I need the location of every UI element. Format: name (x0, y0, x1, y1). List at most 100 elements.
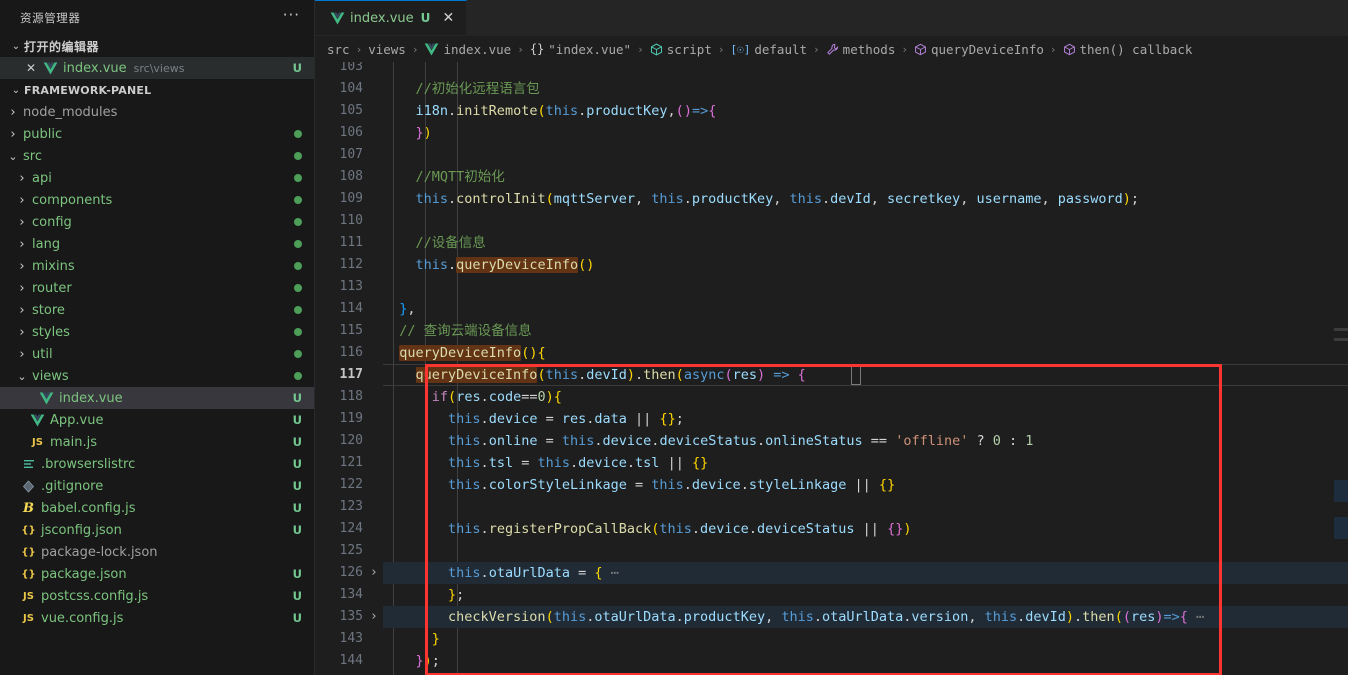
breadcrumb-item-default[interactable]: [☉] default (730, 42, 807, 57)
tree-item-jsconfig-json[interactable]: {} jsconfig.json U (0, 519, 314, 541)
tree-item-store[interactable]: › store (0, 299, 314, 321)
tree-item--browserslistrc[interactable]: .browserslistrc U (0, 453, 314, 475)
code-token: colorStyleLinkage (488, 477, 627, 493)
chevron-right-icon: › (19, 214, 25, 230)
tree-item-index-vue[interactable]: index.vue U (0, 387, 314, 409)
breadcrumb-item-then---callback[interactable]: then() callback (1063, 42, 1192, 57)
code-token: || (854, 477, 871, 493)
open-editors-section-header[interactable]: ⌄ 打开的编辑器 (0, 35, 314, 57)
close-icon[interactable]: ✕ (22, 61, 40, 75)
tree-item-main-js[interactable]: JS main.js U (0, 431, 314, 453)
breadcrumb-item-script[interactable]: script (650, 42, 712, 57)
cfg-file-icon (20, 458, 37, 470)
tree-item-package-lock-json[interactable]: {} package-lock.json (0, 541, 314, 563)
open-editors-label: 打开的编辑器 (24, 39, 100, 54)
code-line: }, (383, 298, 415, 320)
code-token: . (748, 521, 757, 537)
code-token: } (667, 411, 676, 427)
project-section-header[interactable]: ⌄ FRAMEWORK-PANEL (0, 79, 314, 101)
code-token: } (700, 455, 709, 471)
code-content[interactable]: //初始化远程语言包 i18n.initRemote(this.productK… (383, 62, 1348, 675)
code-token: ( (537, 103, 546, 119)
line-number: 115 (339, 323, 363, 338)
code-line: } (383, 628, 440, 650)
code-token: ) (423, 653, 432, 669)
tab-index-vue[interactable]: index.vue U ✕ (315, 0, 468, 35)
tree-item-label: views (32, 368, 69, 384)
line-number-gutter[interactable]: 103 104 105 106 107 108 109 110 111 112 113 114 115 1… (315, 62, 383, 675)
tree-item-mixins[interactable]: › mixins (0, 255, 314, 277)
tree-item-label: styles (32, 324, 70, 340)
tree-item-babel-config-js[interactable]: Bbabel.config.js U (0, 497, 314, 519)
overview-ruler[interactable] (1334, 62, 1348, 675)
tree-item-util[interactable]: › util (0, 343, 314, 365)
tree-item-package-json[interactable]: {} package.json U (0, 563, 314, 585)
tree-item-router[interactable]: › router (0, 277, 314, 299)
tree-item-views[interactable]: ⌄ views (0, 365, 314, 387)
tree-item-src[interactable]: ⌄ src (0, 145, 314, 167)
tree-item-vue-config-js[interactable]: JS vue.config.js U (0, 607, 314, 629)
tree-item-app-vue[interactable]: App.vue U (0, 409, 314, 431)
line-number: 144 (339, 653, 363, 668)
variable-icon: [☉] (730, 42, 751, 56)
code-line: queryDeviceInfo(this.devId).then(async(r… (383, 364, 806, 386)
code-token: registerPropCallBack (488, 521, 652, 537)
breadcrumb-label: index.vue (443, 41, 512, 57)
git-status-badge: U (292, 589, 302, 603)
code-token: ( (448, 389, 457, 405)
explorer-title: 资源管理器 (20, 10, 81, 25)
code-line: queryDeviceInfo(){ (383, 342, 546, 364)
breadcrumb-item-index-vue[interactable]: index.vue (424, 42, 511, 57)
breadcrumb-item-querydeviceinfo[interactable]: queryDeviceInfo (914, 42, 1044, 57)
fold-chevron-right-icon[interactable]: › (367, 606, 381, 628)
breadcrumb-label: default (754, 41, 808, 57)
tree-item-api[interactable]: › api (0, 167, 314, 189)
tree-item-node-modules[interactable]: › node_modules (0, 101, 314, 123)
tab-close-icon[interactable]: ✕ (440, 10, 456, 26)
code-token: { (659, 411, 668, 427)
breadcrumb-item-views[interactable]: views (368, 42, 406, 57)
git-status-badge: U (292, 413, 302, 427)
code-token: => (765, 367, 798, 383)
git-status-badge: U (292, 567, 302, 581)
explorer-more-actions-icon[interactable]: ··· (277, 7, 306, 28)
fold-chevron-right-icon[interactable]: › (367, 562, 381, 584)
code-token: online (488, 433, 538, 449)
code-token: this (553, 609, 587, 625)
tree-item-label: api (32, 170, 52, 186)
tree-item-postcss-config-js[interactable]: JS postcss.config.js U (0, 585, 314, 607)
code-token: device (691, 477, 741, 493)
breadcrumb-item-methods[interactable]: methods (826, 42, 895, 57)
line-number: 134 (339, 587, 363, 602)
tree-item-styles[interactable]: › styles (0, 321, 314, 343)
breadcrumb-label: src (327, 41, 350, 57)
tree-item-label: config (32, 214, 72, 230)
code-token: ( (545, 609, 554, 625)
code-line: // 查询云端设备信息 (383, 320, 531, 342)
code-token: checkVersion (448, 609, 546, 625)
overview-mark (1334, 338, 1348, 341)
tree-item-lang[interactable]: › lang (0, 233, 314, 255)
braces-icon: {} (529, 42, 545, 56)
open-editor-item[interactable]: ✕ index.vue src\views U (0, 57, 314, 79)
tree-item-public[interactable]: › public (0, 123, 314, 145)
breadcrumb-item--index-vue-[interactable]: {} "index.vue" (530, 42, 631, 57)
code-token: ) (683, 103, 692, 119)
tree-item-config[interactable]: › config (0, 211, 314, 233)
code-token: devId (1025, 609, 1066, 625)
code-token: ( (675, 367, 684, 383)
breadcrumb-separator-icon: › (717, 42, 725, 56)
code-editor[interactable]: 103 104 105 106 107 108 109 110 111 112 113 114 115 1… (315, 62, 1348, 675)
code-token: || (862, 521, 879, 537)
line-number: 118 (339, 389, 363, 404)
breadcrumb-item-src[interactable]: src (327, 42, 350, 57)
chevron-down-icon: ⌄ (17, 369, 27, 383)
tree-item-components[interactable]: › components (0, 189, 314, 211)
tree-item--gitignore[interactable]: .gitignore U (0, 475, 314, 497)
method-icon (914, 43, 927, 56)
code-token: //设备信息 (415, 235, 486, 251)
